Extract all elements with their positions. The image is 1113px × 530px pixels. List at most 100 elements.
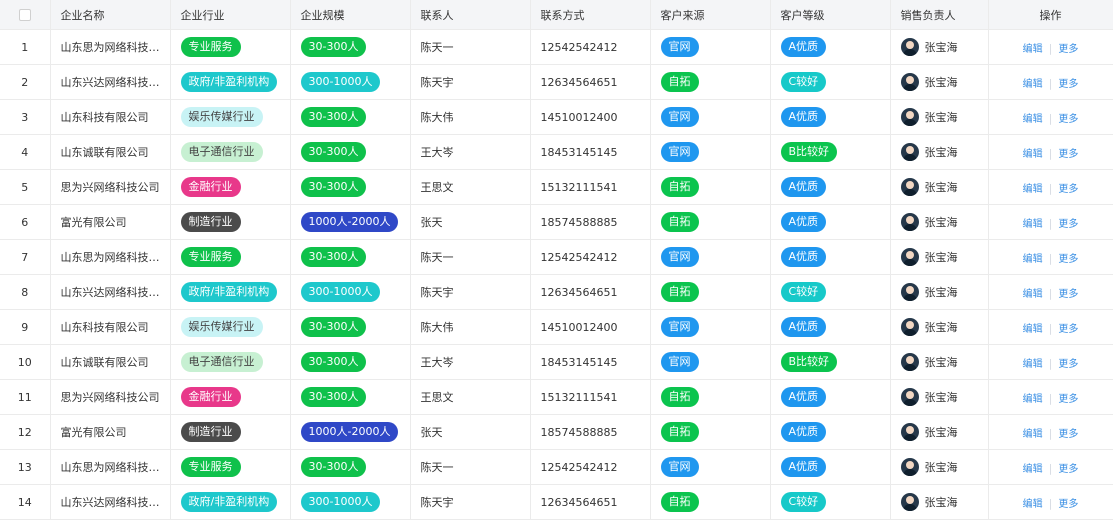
more-link[interactable]: 更多 — [1058, 394, 1078, 405]
edit-link[interactable]: 编辑 — [1023, 464, 1043, 475]
edit-link[interactable]: 编辑 — [1023, 289, 1043, 300]
table-row[interactable]: 1 山东思为网络科技有... 专业服务 30-300人 陈天一 12542542412 官网… — [0, 29, 1113, 65]
more-link[interactable]: 更多 — [1058, 499, 1078, 510]
scale-tag: 30-300人 — [300, 37, 367, 57]
edit-link[interactable]: 编辑 — [1023, 359, 1043, 370]
avatar — [900, 213, 919, 231]
avatar — [900, 353, 919, 371]
sales-cell: 张宝海 — [890, 134, 989, 170]
avatar — [900, 283, 919, 301]
edit-link[interactable]: 编辑 — [1023, 114, 1043, 125]
col-header-contact[interactable]: 联系人 — [410, 0, 531, 30]
more-link[interactable]: 更多 — [1058, 219, 1078, 230]
edit-link[interactable]: 编辑 — [1023, 219, 1043, 230]
edit-link[interactable]: 编辑 — [1023, 44, 1043, 55]
industry-tag: 电子通信行业 — [180, 352, 263, 372]
table-row[interactable]: 11 思为兴网络科技公司 金融行业 30-300人 王思文 15132111541 自拓 A优… — [0, 379, 1113, 415]
col-header-source[interactable]: 客户来源 — [650, 0, 771, 30]
scale-tag: 30-300人 — [300, 142, 367, 162]
col-header-sales[interactable]: 销售负责人 — [890, 0, 989, 30]
contact-phone: 18574588885 — [530, 414, 651, 450]
level-tag: B比较好 — [780, 352, 838, 372]
more-link[interactable]: 更多 — [1058, 184, 1078, 195]
separator: | — [1048, 426, 1053, 440]
edit-link[interactable]: 编辑 — [1023, 324, 1043, 335]
scale-cell: 1000人-2000人 — [290, 414, 411, 450]
table-row[interactable]: 12 富光有限公司 制造行业 1000人-2000人 张天 18574588885 自拓 A优… — [0, 414, 1113, 450]
scale-cell: 30-300人 — [290, 29, 411, 65]
industry-tag: 金融行业 — [180, 387, 241, 407]
company-name: 思为兴网络科技公司 — [50, 379, 171, 415]
table-row[interactable]: 3 山东科技有限公司 娱乐传媒行业 30-300人 陈大伟 14510012400 官网 A优… — [0, 99, 1113, 135]
source-tag: 自拓 — [660, 177, 699, 197]
industry-tag: 专业服务 — [180, 37, 241, 57]
col-header-phone[interactable]: 联系方式 — [530, 0, 651, 30]
industry-cell: 政府/非盈利机构 — [170, 274, 291, 310]
checkbox-icon[interactable] — [18, 9, 31, 21]
sales-name: 张宝海 — [924, 76, 958, 89]
sales-cell: 张宝海 — [890, 239, 989, 275]
table-row[interactable]: 10 山东诚联有限公司 电子通信行业 30-300人 王大岑 18453145145 官网 B… — [0, 344, 1113, 380]
scale-cell: 1000人-2000人 — [290, 204, 411, 240]
sales-cell: 张宝海 — [890, 449, 989, 485]
source-tag: 自拓 — [660, 72, 699, 92]
scale-cell: 30-300人 — [290, 99, 411, 135]
edit-link[interactable]: 编辑 — [1023, 394, 1043, 405]
more-link[interactable]: 更多 — [1058, 324, 1078, 335]
edit-link[interactable]: 编辑 — [1023, 184, 1043, 195]
scale-cell: 30-300人 — [290, 449, 411, 485]
avatar — [900, 493, 919, 511]
ops-cell: 编辑 | 更多 — [988, 99, 1113, 135]
more-link[interactable]: 更多 — [1058, 44, 1078, 55]
table-row[interactable]: 6 富光有限公司 制造行业 1000人-2000人 张天 18574588885 自拓 A优质… — [0, 204, 1113, 240]
edit-link[interactable]: 编辑 — [1023, 79, 1043, 90]
company-name: 富光有限公司 — [50, 204, 171, 240]
ops-cell: 编辑 | 更多 — [988, 134, 1113, 170]
select-all-checkbox[interactable] — [0, 0, 51, 30]
col-header-industry[interactable]: 企业行业 — [170, 0, 291, 30]
col-header-level[interactable]: 客户等级 — [770, 0, 891, 30]
contact-name: 陈天宇 — [410, 274, 531, 310]
col-header-scale[interactable]: 企业规模 — [290, 0, 411, 30]
sales-name: 张宝海 — [924, 251, 958, 264]
edit-link[interactable]: 编辑 — [1023, 429, 1043, 440]
more-link[interactable]: 更多 — [1058, 464, 1078, 475]
row-index: 12 — [0, 414, 51, 450]
table-row[interactable]: 13 山东思为网络科技有... 专业服务 30-300人 陈天一 12542542412 官… — [0, 449, 1113, 485]
table-row[interactable]: 4 山东诚联有限公司 电子通信行业 30-300人 王大岑 18453145145 官网 B比… — [0, 134, 1113, 170]
contact-phone: 12542542412 — [530, 29, 651, 65]
edit-link[interactable]: 编辑 — [1023, 254, 1043, 265]
level-cell: A优质 — [770, 309, 891, 345]
level-tag: A优质 — [780, 177, 827, 197]
more-link[interactable]: 更多 — [1058, 114, 1078, 125]
table-row[interactable]: 5 思为兴网络科技公司 金融行业 30-300人 王思文 15132111541 自拓 A优质… — [0, 169, 1113, 205]
contact-phone: 15132111541 — [530, 379, 651, 415]
row-index: 13 — [0, 449, 51, 485]
row-index: 6 — [0, 204, 51, 240]
more-link[interactable]: 更多 — [1058, 429, 1078, 440]
table-row[interactable]: 14 山东兴达网络科技有... 政府/非盈利机构 300-1000人 陈天宇 126345… — [0, 484, 1113, 520]
table-row[interactable]: 8 山东兴达网络科技有... 政府/非盈利机构 300-1000人 陈天宇 1263456… — [0, 274, 1113, 310]
edit-link[interactable]: 编辑 — [1023, 149, 1043, 160]
table-row[interactable]: 9 山东科技有限公司 娱乐传媒行业 30-300人 陈大伟 14510012400 官网 A优… — [0, 309, 1113, 345]
table-row[interactable]: 2 山东兴达网络科技有... 政府/非盈利机构 300-1000人 陈天宇 1263456… — [0, 64, 1113, 100]
more-link[interactable]: 更多 — [1058, 149, 1078, 160]
company-name: 山东兴达网络科技有... — [50, 64, 171, 100]
contact-phone: 14510012400 — [530, 99, 651, 135]
contact-phone: 14510012400 — [530, 309, 651, 345]
more-link[interactable]: 更多 — [1058, 289, 1078, 300]
table-row[interactable]: 7 山东思为网络科技有... 专业服务 30-300人 陈天一 12542542412 官网… — [0, 239, 1113, 275]
avatar — [900, 38, 919, 56]
sales-cell: 张宝海 — [890, 379, 989, 415]
more-link[interactable]: 更多 — [1058, 254, 1078, 265]
customer-table: 企业名称 企业行业 企业规模 联系人 联系方式 客户来源 客户等级 销售负责人 … — [0, 0, 1113, 520]
sales-name: 张宝海 — [924, 181, 958, 194]
row-index: 5 — [0, 169, 51, 205]
industry-cell: 娱乐传媒行业 — [170, 309, 291, 345]
separator: | — [1048, 216, 1053, 230]
more-link[interactable]: 更多 — [1058, 359, 1078, 370]
col-header-name[interactable]: 企业名称 — [50, 0, 171, 30]
sales-cell: 张宝海 — [890, 414, 989, 450]
edit-link[interactable]: 编辑 — [1023, 499, 1043, 510]
more-link[interactable]: 更多 — [1058, 79, 1078, 90]
